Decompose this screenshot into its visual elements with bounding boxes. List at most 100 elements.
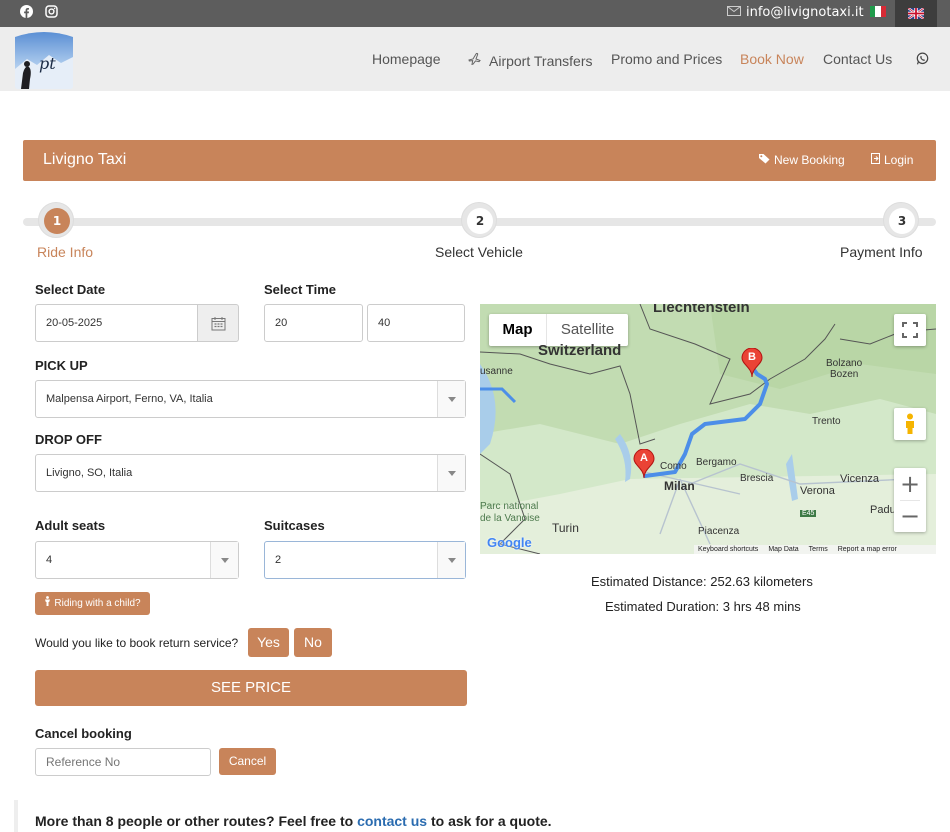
map-label: Trento: [812, 416, 841, 427]
map-label: usanne: [480, 366, 513, 377]
marker-b-label: B: [748, 351, 756, 363]
report-map-error-link[interactable]: Report a map error: [838, 545, 897, 554]
login-link[interactable]: Login: [871, 153, 913, 167]
login-label: Login: [884, 153, 914, 167]
step-2-number: 2: [467, 208, 493, 234]
english-language-button[interactable]: [895, 0, 937, 27]
social-links: [20, 5, 58, 18]
step-1-number: 1: [44, 208, 70, 234]
route-map[interactable]: Map Satellite Liechtenstein Switzerland …: [480, 304, 936, 554]
site-logo[interactable]: pt: [15, 29, 73, 89]
estimated-duration: Estimated Duration: 3 hrs 48 mins: [605, 599, 801, 614]
suitcases-value: 2: [275, 554, 282, 566]
chevron-down-icon: [210, 542, 238, 578]
child-seat-label: Riding with a child?: [54, 598, 141, 609]
uk-flag-icon: [908, 8, 924, 19]
new-booking-label: New Booking: [774, 153, 845, 167]
calendar-button[interactable]: [197, 304, 239, 342]
booking-header-bar: Livigno Taxi New Booking Login: [23, 140, 936, 181]
fullscreen-button[interactable]: [894, 314, 926, 346]
see-price-button[interactable]: SEE PRICE: [35, 670, 467, 706]
return-question: Would you like to book return service?: [35, 636, 239, 650]
street-view-button[interactable]: [894, 408, 926, 440]
adult-seats-label: Adult seats: [35, 518, 106, 533]
cancel-booking-button[interactable]: Cancel: [219, 748, 276, 775]
zoom-out-icon[interactable]: −: [894, 500, 926, 532]
contact-us-link[interactable]: contact us: [357, 813, 427, 829]
adult-seats-select[interactable]: 4: [35, 541, 239, 579]
google-logo: Google: [487, 535, 532, 550]
tags-icon: [758, 153, 771, 167]
map-label: Switzerland: [538, 342, 622, 359]
quote-note-after: to ask for a quote.: [427, 813, 552, 829]
return-yes-button[interactable]: Yes: [248, 628, 289, 657]
hour-input[interactable]: 20: [264, 304, 363, 342]
pickup-select[interactable]: Malpensa Airport, Ferno, VA, Italia: [35, 380, 466, 418]
terms-link[interactable]: Terms: [809, 545, 828, 554]
step-3-number: 3: [889, 208, 915, 234]
map-label: Piacenza: [698, 526, 740, 537]
new-booking-link[interactable]: New Booking: [758, 153, 845, 167]
main-navbar: pt Homepage Airport Transfers Promo and …: [0, 27, 950, 91]
nav-promo-and-prices[interactable]: Promo and Prices: [611, 51, 722, 67]
return-no-button[interactable]: No: [294, 628, 332, 657]
adult-seats-value: 4: [46, 554, 53, 566]
quote-note-before: More than 8 people or other routes? Feel…: [35, 813, 358, 829]
map-label: Turin: [552, 521, 579, 535]
time-label: Select Time: [264, 282, 337, 297]
envelope-icon: [727, 5, 741, 20]
facebook-icon[interactable]: [20, 5, 33, 18]
map-data-link[interactable]: Map Data: [768, 545, 798, 554]
pickup-value: Malpensa Airport, Ferno, VA, Italia: [46, 393, 213, 405]
login-icon: [871, 153, 881, 167]
estimated-distance: Estimated Distance: 252.63 kilometers: [591, 574, 813, 589]
whatsapp-icon[interactable]: [916, 52, 929, 68]
step-2-label: Select Vehicle: [435, 244, 523, 260]
nav-airport-transfers-label: Airport Transfers: [489, 52, 593, 69]
keyboard-shortcuts-link[interactable]: Keyboard shortcuts: [698, 545, 758, 554]
step-3-label: Payment Info: [840, 244, 923, 260]
minute-input[interactable]: 40: [367, 304, 465, 342]
zoom-control: + −: [894, 468, 926, 532]
map-label: Brescia: [740, 473, 774, 484]
cancel-booking-label: Cancel booking: [35, 726, 132, 741]
suitcases-select[interactable]: 2: [264, 541, 466, 579]
map-label: Vicenza: [840, 473, 879, 485]
map-label: Padu: [870, 504, 896, 516]
chevron-down-icon: [437, 455, 465, 491]
map-label: Bozen: [830, 369, 859, 380]
step-3-indicator: 3: [883, 202, 919, 238]
chevron-down-icon: [437, 381, 465, 417]
top-bar: info@livignotaxi.it: [0, 0, 950, 27]
map-label: Liechtenstein: [653, 304, 750, 316]
map-label: Milan: [664, 479, 695, 493]
map-label: Como: [660, 461, 687, 472]
nav-homepage[interactable]: Homepage: [372, 51, 441, 67]
date-input[interactable]: 20-05-2025: [35, 304, 198, 342]
email-text: info@livignotaxi.it: [746, 5, 864, 20]
email-link[interactable]: info@livignotaxi.it: [727, 5, 864, 20]
suitcases-label: Suitcases: [264, 518, 325, 533]
child-icon: [44, 592, 51, 615]
road-shield: E45: [800, 510, 817, 517]
airplane-icon: [467, 51, 483, 70]
reference-input[interactable]: [35, 748, 211, 776]
quote-note: More than 8 people or other routes? Feel…: [14, 800, 934, 832]
map-label: Bergamo: [696, 457, 737, 468]
map-label: Verona: [800, 485, 835, 497]
dropoff-value: Livigno, SO, Italia: [46, 467, 133, 479]
italian-flag-icon[interactable]: [870, 6, 886, 17]
instagram-icon[interactable]: [45, 5, 58, 18]
nav-contact-us[interactable]: Contact Us: [823, 51, 892, 67]
map-label: Parc national de la Vanoise: [480, 501, 540, 524]
nav-book-now[interactable]: Book Now: [740, 51, 804, 67]
nav-airport-transfers[interactable]: Airport Transfers: [467, 51, 592, 70]
zoom-in-icon[interactable]: +: [894, 468, 926, 500]
logo-text: pt: [39, 54, 56, 73]
booking-title: Livigno Taxi: [43, 151, 127, 168]
calendar-icon: [211, 316, 226, 335]
step-2-indicator: 2: [461, 202, 497, 238]
dropoff-select[interactable]: Livigno, SO, Italia: [35, 454, 466, 492]
quote-note-text: More than 8 people or other routes? Feel…: [35, 813, 552, 829]
child-seat-button[interactable]: Riding with a child?: [35, 592, 150, 615]
